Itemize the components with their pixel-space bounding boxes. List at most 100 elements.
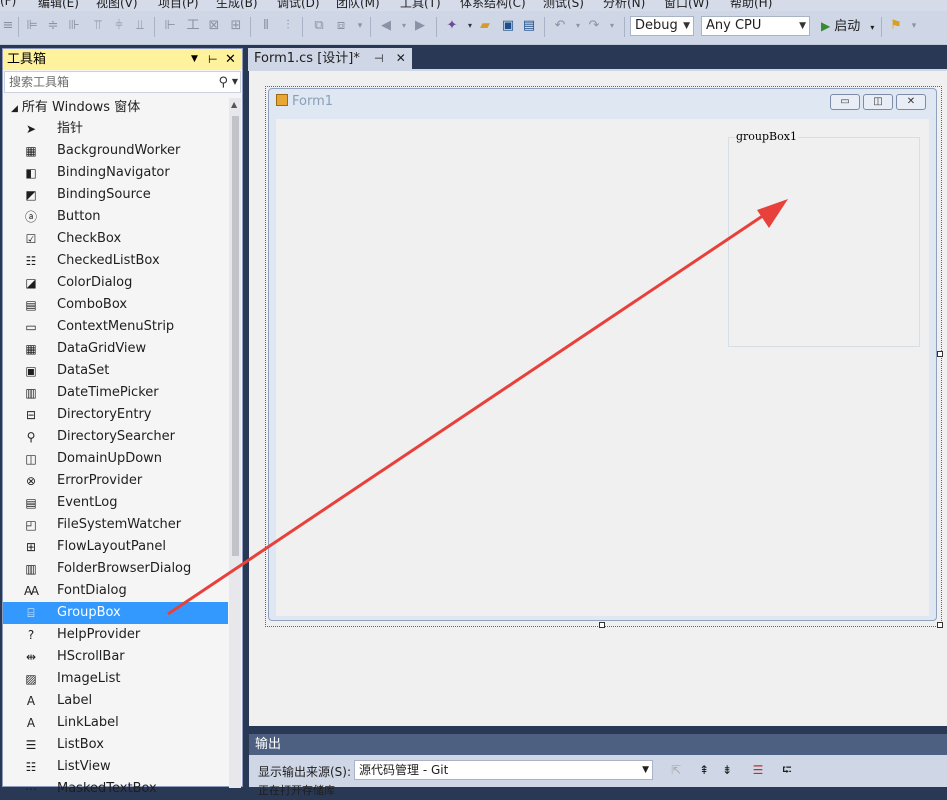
- undo-icon[interactable]: ↶: [552, 18, 568, 34]
- toolbox-item-combobox[interactable]: ▤ ComboBox: [3, 294, 228, 316]
- vertical-spacing-icon[interactable]: ⫶: [280, 18, 296, 34]
- toolbox-group-header[interactable]: ◢ 所有 Windows 窗体: [3, 98, 228, 118]
- same-width-icon[interactable]: ⊩: [162, 18, 178, 34]
- word-wrap-icon[interactable]: ⮓: [779, 762, 795, 778]
- toolbox-item-colordialog[interactable]: ◪ ColorDialog: [3, 272, 228, 294]
- maximize-button[interactable]: ◫: [863, 94, 893, 110]
- toolbox-item-bindingsource[interactable]: ◩ BindingSource: [3, 184, 228, 206]
- same-height-icon[interactable]: 工: [185, 18, 201, 34]
- toolbox-item-backgroundworker[interactable]: ▦ BackgroundWorker: [3, 140, 228, 162]
- bring-to-front-icon[interactable]: ⧉: [311, 18, 327, 34]
- same-size-icon[interactable]: ⊠: [206, 18, 222, 34]
- navigate-forward-icon[interactable]: ▶: [412, 18, 428, 34]
- toolbox-item-dataset[interactable]: ▣ DataSet: [3, 360, 228, 382]
- form-designer-surface[interactable]: Form1 ▭ ◫ ✕ groupBox1: [249, 71, 947, 726]
- resize-handle[interactable]: [937, 351, 943, 357]
- align-left-icon[interactable]: ≡: [0, 18, 16, 34]
- close-button[interactable]: ✕: [896, 94, 926, 110]
- toolbox-item-maskedtextbox[interactable]: ⋯ MaskedTextBox: [3, 778, 228, 800]
- menu-item[interactable]: 工具(T): [400, 0, 441, 11]
- toolbox-item-datagridview[interactable]: ▦ DataGridView: [3, 338, 228, 360]
- scroll-up-icon[interactable]: ▲: [231, 100, 237, 109]
- toolbox-scrollbar[interactable]: ▲: [229, 98, 241, 788]
- align-middles-icon[interactable]: ⫩: [111, 18, 127, 34]
- menu-item[interactable]: 生成(B): [216, 0, 258, 11]
- toolbox-item-helpprovider[interactable]: ? HelpProvider: [3, 624, 228, 646]
- toolbox-item-filesystemwatcher[interactable]: ◰ FileSystemWatcher: [3, 514, 228, 536]
- toolbox-item-checkedlistbox[interactable]: ☷ CheckedListBox: [3, 250, 228, 272]
- resize-handle[interactable]: [599, 622, 605, 628]
- menu-item[interactable]: 体系结构(C): [460, 0, 526, 11]
- redo-icon[interactable]: ↷: [586, 18, 602, 34]
- toolbox-item-imagelist[interactable]: ▨ ImageList: [3, 668, 228, 690]
- undo-dropdown-icon[interactable]: ▾: [570, 18, 586, 34]
- toolbox-item-hscrollbar[interactable]: ⇹ HScrollBar: [3, 646, 228, 668]
- search-icon[interactable]: ⚲: [218, 73, 228, 93]
- send-to-back-icon[interactable]: ⧈: [333, 18, 349, 34]
- menu-item[interactable]: 窗口(W): [664, 0, 709, 11]
- horizontal-spacing-icon[interactable]: ⫴: [258, 18, 274, 34]
- toolbox-item-linklabel[interactable]: A LinkLabel: [3, 712, 228, 734]
- save-icon[interactable]: ▣: [500, 18, 516, 34]
- tab-form1-design[interactable]: Form1.cs [设计]* ⊣ ✕: [248, 48, 412, 69]
- open-file-icon[interactable]: ▰: [477, 18, 493, 34]
- toolbox-item-flowlayoutpanel[interactable]: ⊞ FlowLayoutPanel: [3, 536, 228, 558]
- start-dropdown-icon[interactable]: ▾: [870, 23, 874, 32]
- toolbox-item-errorprovider[interactable]: ⊗ ErrorProvider: [3, 470, 228, 492]
- align-lefts-icon[interactable]: ⊫: [24, 18, 40, 34]
- solution-config-dropdown[interactable]: Debug ▼: [630, 16, 694, 36]
- clear-all-icon[interactable]: ☰: [750, 762, 766, 778]
- new-project-icon[interactable]: ✦: [444, 18, 460, 34]
- toolbar-overflow-icon[interactable]: ▾: [906, 18, 922, 34]
- find-message-icon[interactable]: ⇱: [668, 762, 684, 778]
- previous-message-icon[interactable]: ⇞: [696, 762, 712, 778]
- minimize-button[interactable]: ▭: [830, 94, 860, 110]
- platform-dropdown[interactable]: Any CPU ▼: [701, 16, 810, 36]
- form-client-area[interactable]: groupBox1: [276, 119, 929, 616]
- toolbox-item-domainupdown[interactable]: ◫ DomainUpDown: [3, 448, 228, 470]
- toolbox-item-listbox[interactable]: ☰ ListBox: [3, 734, 228, 756]
- toolbox-item-datetimepicker[interactable]: ▥ DateTimePicker: [3, 382, 228, 404]
- new-project-dropdown-icon[interactable]: ▾: [462, 18, 478, 34]
- menu-item[interactable]: 帮助(H): [730, 0, 772, 11]
- align-rights-icon[interactable]: ⊪: [66, 18, 82, 34]
- menu-item[interactable]: (F): [0, 0, 16, 8]
- resize-handle[interactable]: [937, 622, 943, 628]
- next-message-icon[interactable]: ⇟: [719, 762, 735, 778]
- toolbox-item-contextmenustrip[interactable]: ▭ ContextMenuStrip: [3, 316, 228, 338]
- search-options-dropdown-icon[interactable]: ▼: [232, 72, 238, 92]
- pin-icon[interactable]: ⊣: [374, 52, 384, 65]
- toolbox-item-groupbox[interactable]: ⌸ GroupBox: [3, 602, 228, 624]
- redo-dropdown-icon[interactable]: ▾: [604, 18, 620, 34]
- toolbox-item-folderbrowserdialog[interactable]: ▥ FolderBrowserDialog: [3, 558, 228, 580]
- navigate-back-dropdown-icon[interactable]: ▾: [396, 18, 412, 34]
- groupbox-control[interactable]: groupBox1: [728, 130, 920, 347]
- window-position-dropdown-icon[interactable]: ▼: [191, 49, 198, 70]
- align-bottoms-icon[interactable]: ⫫: [132, 18, 148, 34]
- toolbox-item-bindingnavigator[interactable]: ◧ BindingNavigator: [3, 162, 228, 184]
- browser-link-icon[interactable]: ⚑: [888, 18, 904, 34]
- start-button[interactable]: ▶ 启动 ▾: [821, 16, 874, 36]
- menu-item[interactable]: 团队(M): [336, 0, 380, 11]
- navigate-back-icon[interactable]: ◀: [378, 18, 394, 34]
- toolbox-item-checkbox[interactable]: ☑ CheckBox: [3, 228, 228, 250]
- menu-item[interactable]: 项目(P): [158, 0, 199, 11]
- save-all-icon[interactable]: ▤: [521, 18, 537, 34]
- menu-item[interactable]: 编辑(E): [38, 0, 79, 11]
- align-tops-icon[interactable]: ⫪: [90, 18, 106, 34]
- menu-item[interactable]: 视图(V): [96, 0, 138, 11]
- toolbar-overflow-icon[interactable]: ▾: [352, 18, 368, 34]
- toolbox-item-directorysearcher[interactable]: ⚲ DirectorySearcher: [3, 426, 228, 448]
- toolbox-item-label[interactable]: A Label: [3, 690, 228, 712]
- menu-item[interactable]: 测试(S): [543, 0, 584, 11]
- form-window[interactable]: Form1 ▭ ◫ ✕ groupBox1: [268, 88, 937, 621]
- scrollbar-thumb[interactable]: [232, 116, 239, 556]
- toolbox-item-directoryentry[interactable]: ⊟ DirectoryEntry: [3, 404, 228, 426]
- toolbox-search-input[interactable]: 搜索工具箱 ⚲ ▼: [4, 71, 241, 93]
- toolbox-item-eventlog[interactable]: ▤ EventLog: [3, 492, 228, 514]
- toolbox-item-button[interactable]: ⓐ Button: [3, 206, 228, 228]
- menu-item[interactable]: 调试(D): [277, 0, 320, 11]
- pin-icon[interactable]: ⊢: [208, 49, 218, 70]
- toolbox-item-listview[interactable]: ☷ ListView: [3, 756, 228, 778]
- menu-item[interactable]: 分析(N): [603, 0, 645, 11]
